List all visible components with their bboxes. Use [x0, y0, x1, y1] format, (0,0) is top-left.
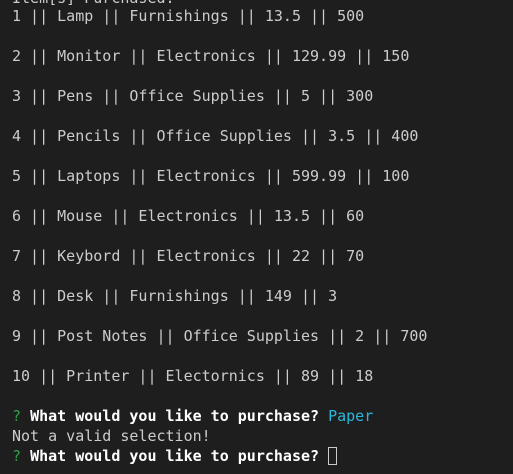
- product-row: 3 || Pens || Office Supplies || 5 || 300: [12, 87, 374, 105]
- prompt-answer: Paper: [328, 407, 374, 425]
- error-message: Not a valid selection!: [12, 427, 211, 445]
- prompt-question-mark: ?: [12, 447, 22, 465]
- product-row: 10 || Printer || Electornics || 89 || 18: [12, 367, 374, 385]
- text-cursor[interactable]: [328, 447, 338, 465]
- prompt-question: What would you like to purchase?: [30, 407, 320, 425]
- terminal-output: Item[s] Purchased: 1 || Lamp || Furnishi…: [0, 0, 513, 474]
- prompt-question: What would you like to purchase?: [30, 447, 320, 465]
- product-row: 4 || Pencils || Office Supplies || 3.5 |…: [12, 127, 419, 145]
- product-row: 6 || Mouse || Electronics || 13.5 || 60: [12, 207, 365, 225]
- product-row: 8 || Desk || Furnishings || 149 || 3: [12, 287, 338, 305]
- product-row: 1 || Lamp || Furnishings || 13.5 || 500: [12, 7, 365, 25]
- product-row: 9 || Post Notes || Office Supplies || 2 …: [12, 327, 428, 345]
- product-row: 2 || Monitor || Electronics || 129.99 ||…: [12, 47, 410, 65]
- purchase-prompt-answered: ? What would you like to purchase? Paper: [12, 406, 373, 426]
- product-row: 7 || Keybord || Electronics || 22 || 70: [12, 247, 365, 265]
- purchase-prompt-active[interactable]: ? What would you like to purchase?: [12, 446, 338, 466]
- product-row: 5 || Laptops || Electronics || 599.99 ||…: [12, 167, 410, 185]
- prompt-question-mark: ?: [12, 407, 22, 425]
